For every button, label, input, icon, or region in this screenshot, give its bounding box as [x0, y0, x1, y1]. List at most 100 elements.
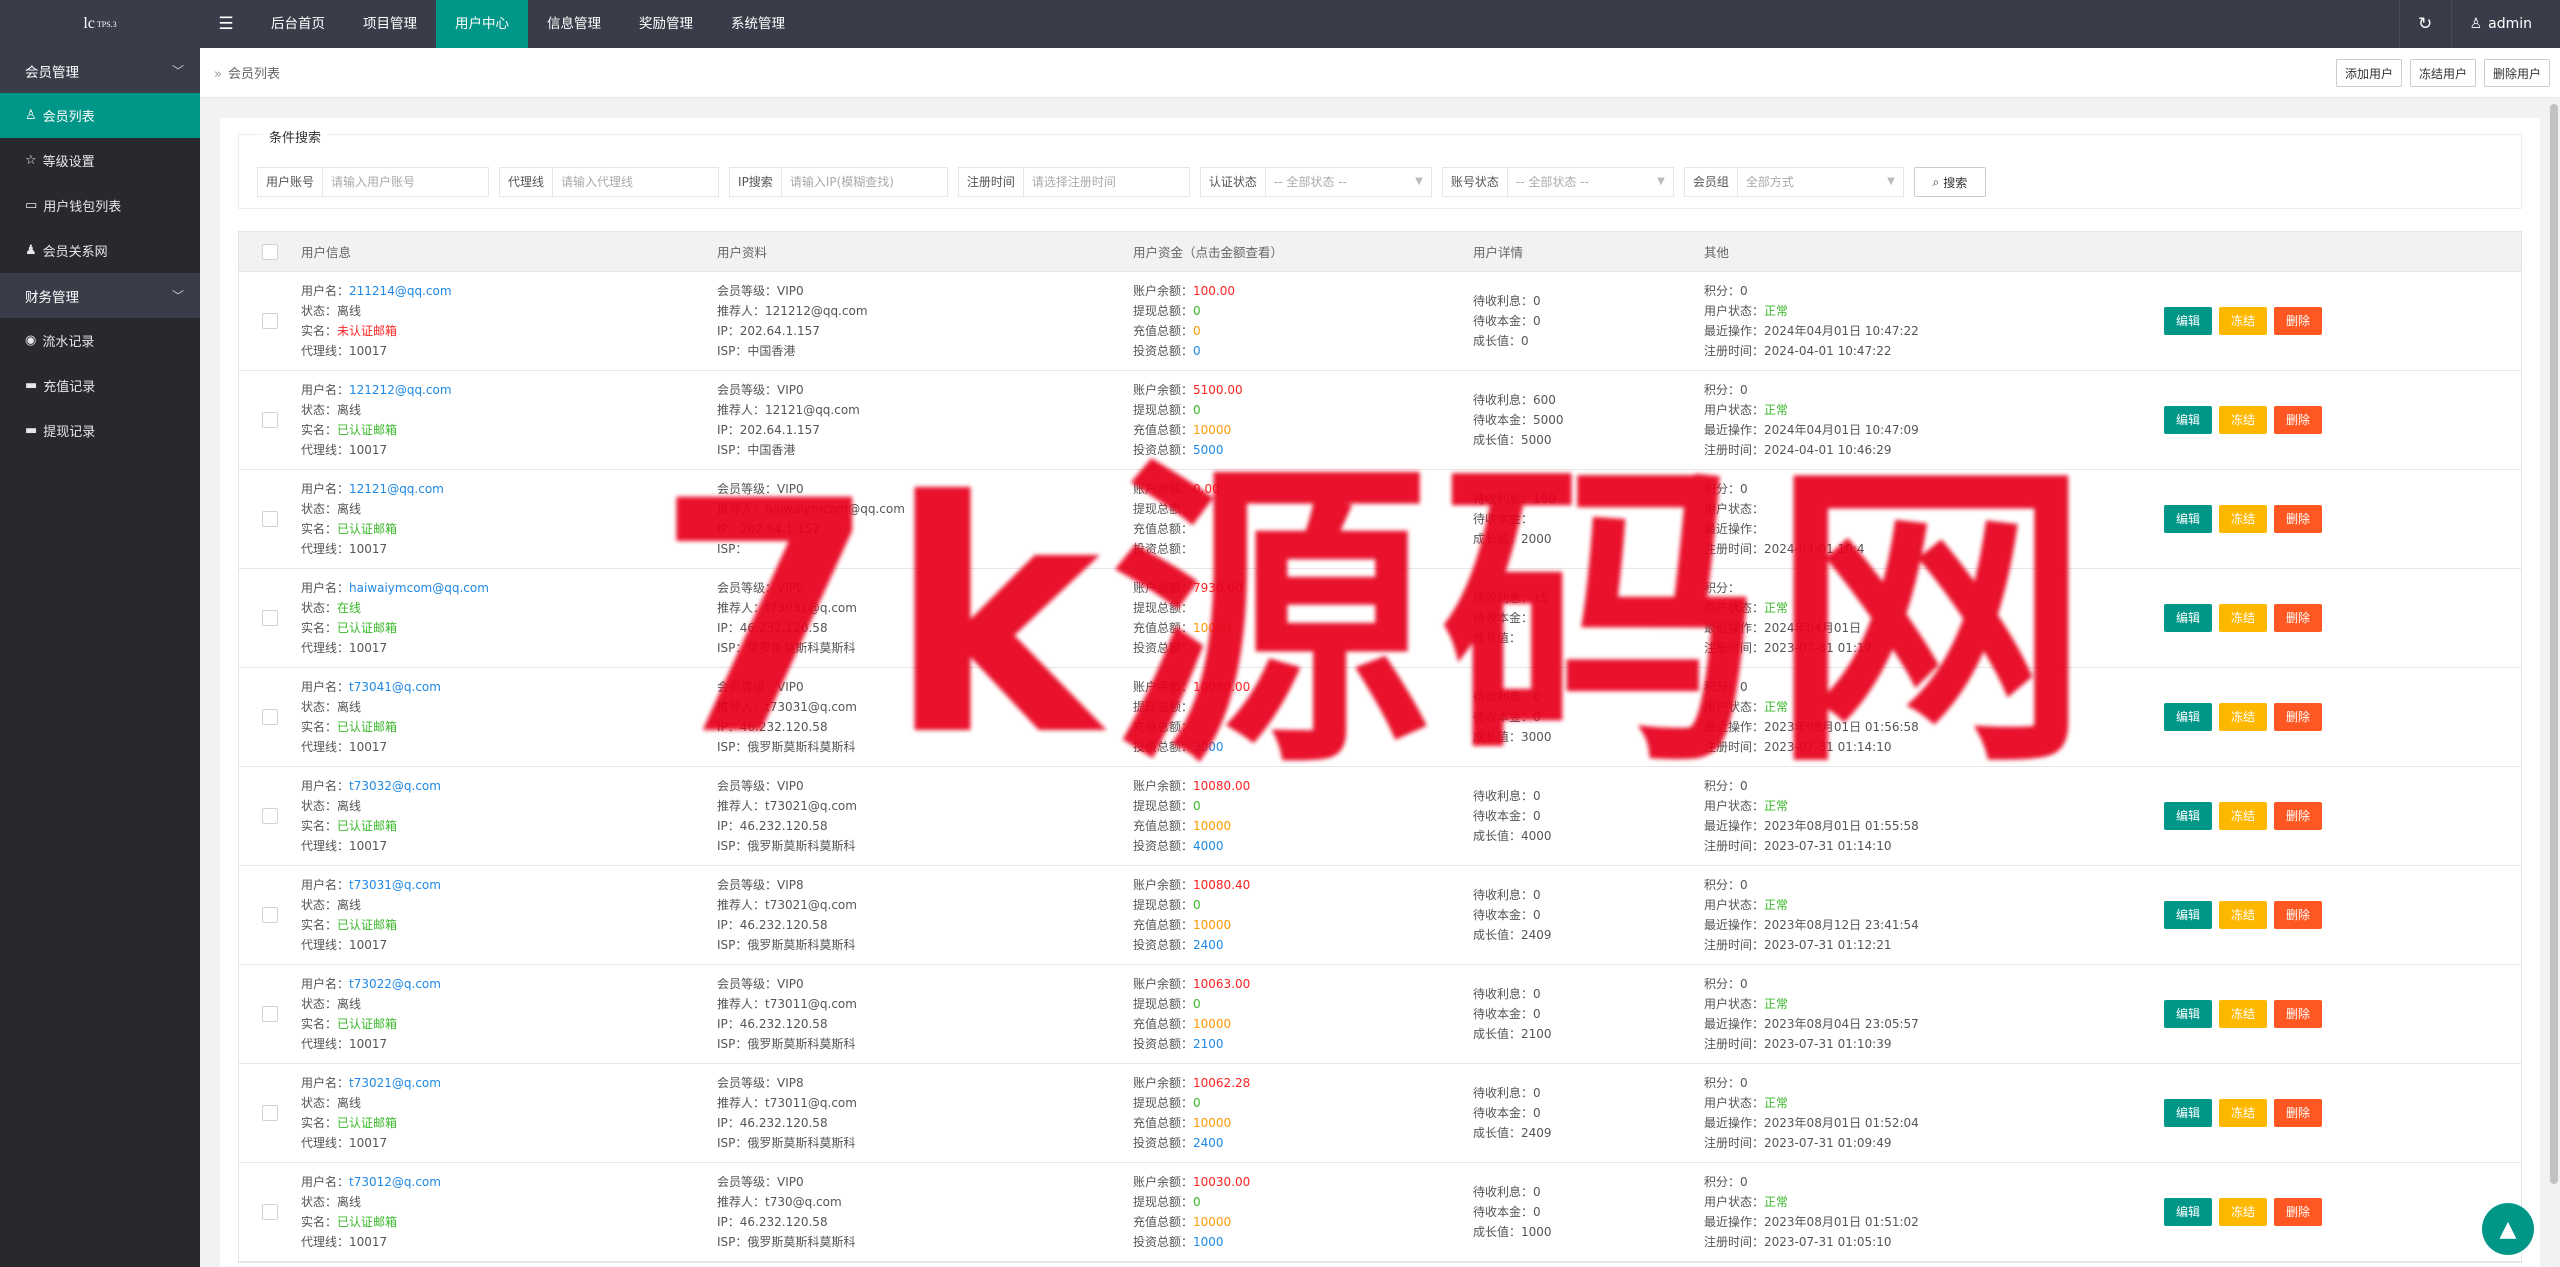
- user-icon: ♙: [2469, 16, 2483, 32]
- nav-item-4[interactable]: 奖励管理: [620, 0, 712, 48]
- online-status: 状态：离线: [301, 400, 717, 420]
- delete-button[interactable]: 删除: [2274, 901, 2322, 929]
- edit-button[interactable]: 编辑: [2164, 703, 2212, 731]
- nav-item-2[interactable]: 用户中心: [436, 0, 528, 48]
- row-checkbox[interactable]: [262, 610, 278, 626]
- freeze-button[interactable]: 冻结: [2219, 1099, 2267, 1127]
- search-select-4[interactable]: -- 全部状态 -- ▼: [1266, 168, 1431, 196]
- nav-item-1[interactable]: 项目管理: [344, 0, 436, 48]
- edit-button[interactable]: 编辑: [2164, 1198, 2212, 1226]
- member-level: 会员等级：VIP0: [717, 281, 1133, 301]
- pending-interest: 待收利息：0: [1473, 1083, 1704, 1103]
- edit-button[interactable]: 编辑: [2164, 901, 2212, 929]
- edit-button[interactable]: 编辑: [2164, 1000, 2212, 1028]
- sidebar-item-0-1[interactable]: ☆ 等级设置: [0, 138, 200, 183]
- online-status-label: 状态：: [301, 898, 338, 912]
- ip-address: IP：46.232.120.58: [717, 1113, 1133, 1133]
- delete-button[interactable]: 删除: [2274, 1099, 2322, 1127]
- add-user-button[interactable]: 添加用户: [2335, 59, 2402, 87]
- delete-user-button[interactable]: 删除用户: [2483, 59, 2550, 87]
- delete-button[interactable]: 删除: [2274, 604, 2322, 632]
- points: 积分：0: [1704, 677, 2164, 697]
- freeze-button[interactable]: 冻结: [2219, 307, 2267, 335]
- ip-address: IP：202.64.1.157: [717, 519, 1133, 539]
- sidebar-item-1-1[interactable]: ▬ 充值记录: [0, 363, 200, 408]
- username-value: t73032@q.com: [349, 779, 441, 793]
- edit-button[interactable]: 编辑: [2164, 604, 2212, 632]
- edit-button[interactable]: 编辑: [2164, 307, 2212, 335]
- row-checkbox[interactable]: [262, 1105, 278, 1121]
- delete-button[interactable]: 删除: [2274, 406, 2322, 434]
- freeze-button[interactable]: 冻结: [2219, 505, 2267, 533]
- search-select-6[interactable]: 全部方式 ▼: [1738, 168, 1903, 196]
- row-checkbox[interactable]: [262, 1204, 278, 1220]
- row-checkbox[interactable]: [262, 808, 278, 824]
- sidebar-group-1[interactable]: 财务管理 ﹀: [0, 273, 200, 318]
- isp-value: 俄罗斯莫斯科莫斯科: [747, 641, 856, 655]
- page-scrollbar[interactable]: [2548, 98, 2560, 1267]
- refresh-icon[interactable]: ↻: [2398, 0, 2451, 48]
- menu-toggle-icon[interactable]: ☰: [200, 0, 252, 48]
- freeze-button[interactable]: 冻结: [2219, 703, 2267, 731]
- delete-button[interactable]: 删除: [2274, 1000, 2322, 1028]
- edit-button[interactable]: 编辑: [2164, 505, 2212, 533]
- online-status-value: 离线: [337, 403, 362, 417]
- freeze-button[interactable]: 冻结: [2219, 802, 2267, 830]
- edit-button[interactable]: 编辑: [2164, 1099, 2212, 1127]
- delete-button[interactable]: 删除: [2274, 307, 2322, 335]
- edit-button[interactable]: 编辑: [2164, 802, 2212, 830]
- search-input-2[interactable]: 请输入IP(模糊查找): [782, 168, 947, 196]
- withdraw-total-value: 0: [1193, 898, 1201, 912]
- verify-status-label: 实名：: [301, 324, 338, 338]
- row-checkbox[interactable]: [262, 907, 278, 923]
- admin-menu[interactable]: ♙ admin: [2450, 0, 2560, 48]
- sidebar-item-1-2[interactable]: ▬ 提现记录: [0, 408, 200, 453]
- search-input-3[interactable]: 请选择注册时间: [1024, 168, 1189, 196]
- search-select-5[interactable]: -- 全部状态 -- ▼: [1508, 168, 1673, 196]
- register-time-value: 2023-07-31 01:09:49: [1764, 1136, 1892, 1150]
- ip-address: IP：46.232.120.58: [717, 1014, 1133, 1034]
- growth-value: 成长值：4000: [1473, 826, 1704, 846]
- sidebar-item-1-0[interactable]: ◉ 流水记录: [0, 318, 200, 363]
- floating-action-icon[interactable]: ▲: [2482, 1203, 2534, 1255]
- invest-total: 投资总额：0: [1133, 341, 1473, 361]
- select-value: -- 全部状态 --: [1273, 175, 1347, 189]
- points: 积分：0: [1704, 380, 2164, 400]
- delete-button[interactable]: 删除: [2274, 1198, 2322, 1226]
- agent-line: 代理线：10017: [301, 836, 717, 856]
- nav-item-5[interactable]: 系统管理: [712, 0, 804, 48]
- row-checkbox[interactable]: [262, 412, 278, 428]
- delete-button[interactable]: 删除: [2274, 802, 2322, 830]
- agent-line: 代理线：10017: [301, 1232, 717, 1252]
- app-logo[interactable]: lc TPS.3: [0, 0, 200, 48]
- sidebar-item-0-3[interactable]: ♟ 会员关系网: [0, 228, 200, 273]
- freeze-button[interactable]: 冻结: [2219, 604, 2267, 632]
- nav-item-3[interactable]: 信息管理: [528, 0, 620, 48]
- row-checkbox[interactable]: [262, 1006, 278, 1022]
- withdraw-total-value: 0: [1193, 1096, 1201, 1110]
- sidebar-item-0-0[interactable]: ♙ 会员列表: [0, 93, 200, 138]
- edit-button[interactable]: 编辑: [2164, 406, 2212, 434]
- freeze-button[interactable]: 冻结: [2219, 1198, 2267, 1226]
- balance-label: 账户余额：: [1133, 878, 1194, 892]
- search-input-0[interactable]: 请输入用户账号: [323, 168, 488, 196]
- freeze-button[interactable]: 冻结: [2219, 1000, 2267, 1028]
- search-button[interactable]: ⌕ 搜索: [1913, 167, 1986, 197]
- delete-button[interactable]: 删除: [2274, 703, 2322, 731]
- freeze-button[interactable]: 冻结: [2219, 901, 2267, 929]
- row-checkbox[interactable]: [262, 709, 278, 725]
- delete-button[interactable]: 删除: [2274, 505, 2322, 533]
- freeze-user-button[interactable]: 冻结用户: [2409, 59, 2476, 87]
- sidebar-item-0-2[interactable]: ▭ 用户钱包列表: [0, 183, 200, 228]
- balance-label: 账户余额：: [1133, 680, 1194, 694]
- nav-item-0[interactable]: 后台首页: [252, 0, 344, 48]
- row-checkbox[interactable]: [262, 511, 278, 527]
- flow-icon: ◉: [25, 333, 37, 348]
- row-checkbox[interactable]: [262, 313, 278, 329]
- select-all-checkbox[interactable]: [262, 243, 278, 260]
- sidebar-group-0[interactable]: 会员管理 ﹀: [0, 48, 200, 93]
- invest-total-label: 投资总额：: [1133, 443, 1194, 457]
- search-input-1[interactable]: 请输入代理线: [553, 168, 718, 196]
- scrollbar-thumb[interactable]: [2550, 104, 2558, 1184]
- freeze-button[interactable]: 冻结: [2219, 406, 2267, 434]
